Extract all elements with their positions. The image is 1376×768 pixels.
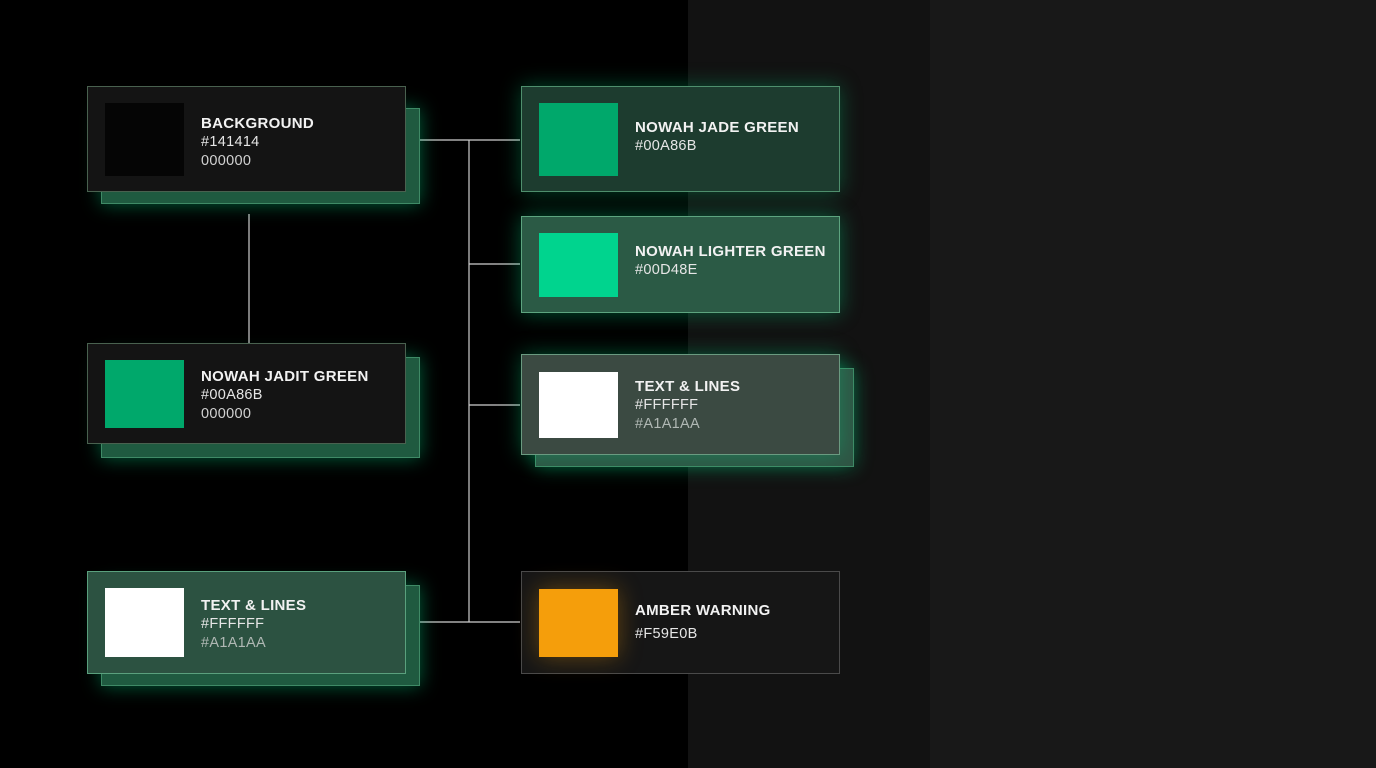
- color-secondary: #A1A1AA: [635, 416, 700, 432]
- color-secondary: 000000: [201, 406, 252, 422]
- card-text-lines-left-info: TEXT & LINES #FFFFFF #A1A1AA: [201, 596, 397, 653]
- color-name: TEXT & LINES: [635, 378, 741, 395]
- card-background-info: BACKGROUND #141414 000000: [201, 114, 397, 171]
- card-jade-green-info: NOWAH JADE GREEN #00A86B: [635, 118, 831, 156]
- card-text-lines-left-wrap: TEXT & LINES #FFFFFF #A1A1AA: [87, 571, 420, 686]
- color-name: BACKGROUND: [201, 115, 314, 132]
- color-hex: #00A86B: [201, 387, 263, 403]
- color-name: TEXT & LINES: [201, 597, 307, 614]
- card-text-lines-left[interactable]: TEXT & LINES #FFFFFF #A1A1AA: [87, 571, 406, 674]
- color-hex: #FFFFFF: [635, 397, 699, 413]
- card-jade-green-wrap: NOWAH JADE GREEN #00A86B: [521, 86, 840, 192]
- card-amber-warning[interactable]: AMBER WARNING #F59E0B: [521, 571, 840, 674]
- color-hex: #FFFFFF: [201, 616, 265, 632]
- color-hex: #141414: [201, 134, 260, 150]
- color-name: AMBER WARNING: [635, 602, 771, 619]
- color-name: NOWAH JADIT GREEN: [201, 368, 369, 385]
- card-text-lines-right-wrap: TEXT & LINES #FFFFFF #A1A1AA: [521, 354, 854, 467]
- card-amber-warning-info: AMBER WARNING #F59E0B: [635, 601, 831, 644]
- swatch-amber-warning: [539, 589, 618, 657]
- card-jade-green[interactable]: NOWAH JADE GREEN #00A86B: [521, 86, 840, 192]
- swatch-lighter-green: [539, 233, 618, 297]
- card-text-lines-right[interactable]: TEXT & LINES #FFFFFF #A1A1AA: [521, 354, 840, 455]
- card-lighter-green-info: NOWAH LIGHTER GREEN #00D48E: [635, 242, 831, 280]
- color-hex: #F59E0B: [635, 626, 698, 642]
- swatch-jadit-green: [105, 360, 184, 428]
- color-hex: #00D48E: [635, 262, 698, 278]
- card-text-lines-right-info: TEXT & LINES #FFFFFF #A1A1AA: [635, 377, 831, 434]
- background-panel-right: [930, 0, 1376, 768]
- color-hex: #00A86B: [635, 138, 697, 154]
- card-jadit-green[interactable]: NOWAH JADIT GREEN #00A86B 000000: [87, 343, 406, 444]
- card-lighter-green[interactable]: NOWAH LIGHTER GREEN #00D48E: [521, 216, 840, 313]
- card-amber-warning-wrap: AMBER WARNING #F59E0B: [521, 571, 840, 674]
- swatch-text-lines-left: [105, 588, 184, 657]
- color-name: NOWAH JADE GREEN: [635, 119, 799, 136]
- card-jadit-green-wrap: NOWAH JADIT GREEN #00A86B 000000: [87, 343, 420, 458]
- card-lighter-green-wrap: NOWAH LIGHTER GREEN #00D48E: [521, 216, 840, 313]
- color-secondary: #A1A1AA: [201, 635, 266, 651]
- swatch-jade-green: [539, 103, 618, 176]
- color-secondary: 000000: [201, 153, 252, 169]
- card-background[interactable]: BACKGROUND #141414 000000: [87, 86, 406, 192]
- swatch-text-lines-right: [539, 372, 618, 438]
- card-jadit-green-info: NOWAH JADIT GREEN #00A86B 000000: [201, 367, 397, 424]
- swatch-background: [105, 103, 184, 176]
- color-name: NOWAH LIGHTER GREEN: [635, 243, 826, 260]
- card-background-wrap: BACKGROUND #141414 000000: [87, 86, 420, 204]
